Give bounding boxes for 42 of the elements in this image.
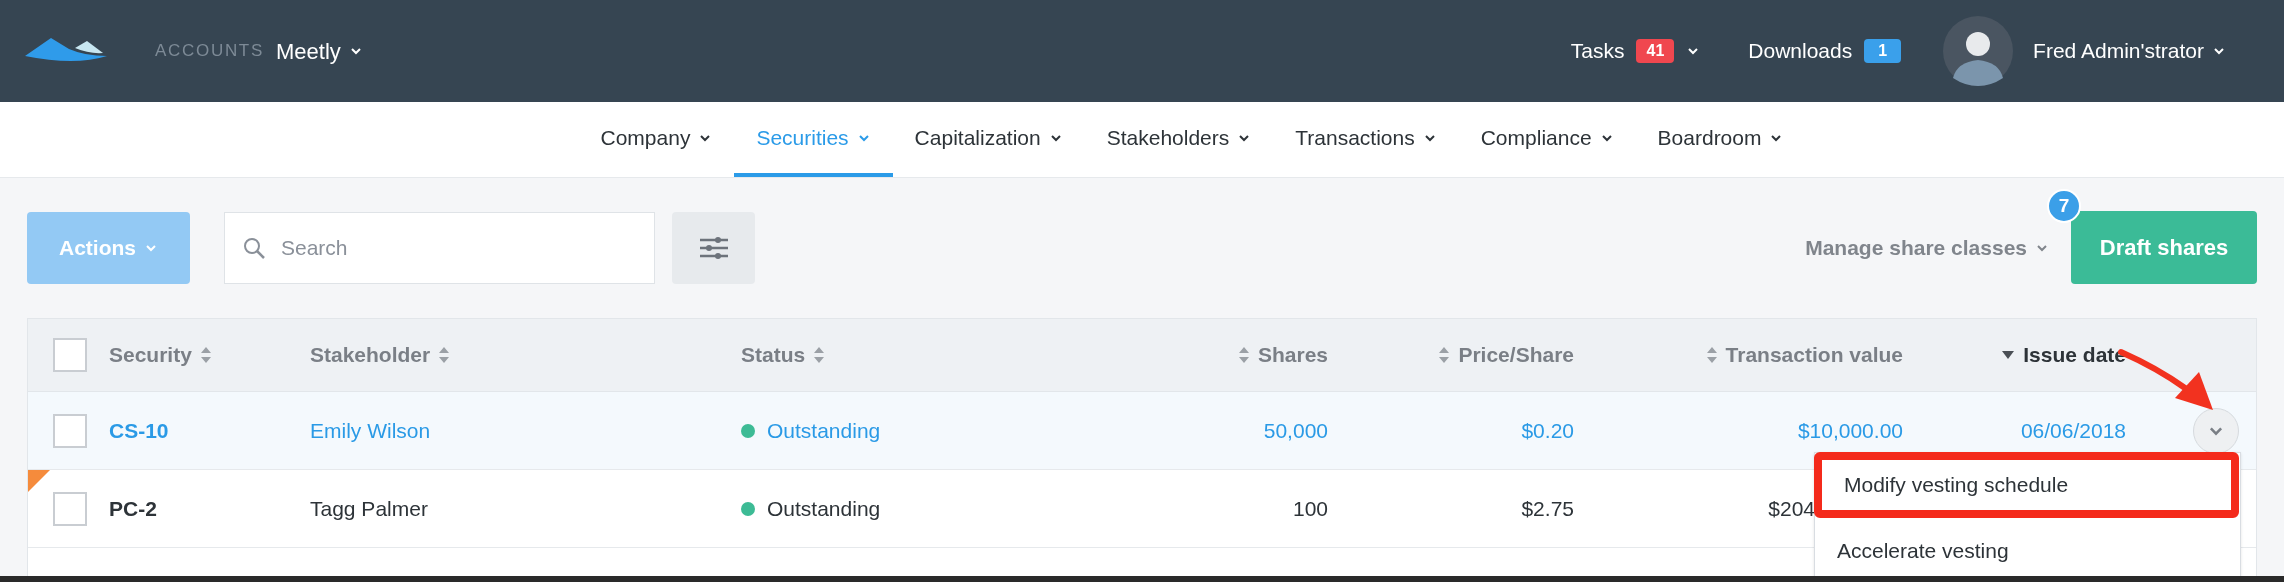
security-link[interactable]: PC-2 xyxy=(109,492,157,525)
accounts-label: ACCOUNTS xyxy=(155,40,264,63)
count-badge: 41 xyxy=(1636,39,1675,63)
column-header[interactable]: Security xyxy=(98,339,310,371)
stakeholder-name: Tagg Palmer xyxy=(310,495,428,522)
price-value: $2.75 xyxy=(1521,495,1574,522)
status-text: Outstanding xyxy=(767,417,881,444)
user-menu[interactable]: Fred Admin'strator xyxy=(2033,35,2226,67)
column-header[interactable]: Shares xyxy=(1028,339,1328,371)
downloads-link[interactable]: Downloads 1 xyxy=(1748,35,1902,67)
issue-date: 06/06/2018 xyxy=(2020,417,2126,444)
status-text: Outstanding xyxy=(767,495,881,522)
filter-button[interactable] xyxy=(672,211,755,284)
price-value: $0.20 xyxy=(1521,417,1574,444)
column-header[interactable]: Price/Share xyxy=(1328,339,1574,371)
account-switcher[interactable]: Meetly xyxy=(276,34,363,68)
search-field[interactable]: Search xyxy=(224,211,655,284)
nav-tab[interactable]: Transactions xyxy=(1273,102,1459,177)
transaction-value: $204 xyxy=(1768,495,1815,522)
row-menu-button[interactable] xyxy=(2193,407,2239,454)
nav-tab[interactable]: Boardroom xyxy=(1635,102,1806,177)
search-icon xyxy=(243,236,265,259)
column-header[interactable]: Transaction value xyxy=(1574,339,1903,371)
menu-item[interactable]: Modify vesting schedule xyxy=(1814,452,2239,518)
menu-item[interactable]: Accelerate vesting xyxy=(1815,518,2240,582)
shares-value: 50,000 xyxy=(1263,417,1328,444)
avatar[interactable] xyxy=(1943,16,2014,86)
transaction-value: $10,000.00 xyxy=(1797,417,1903,444)
nav-tab[interactable]: Capitalization xyxy=(892,102,1085,177)
sliders-icon xyxy=(697,235,730,260)
column-header[interactable]: Status xyxy=(728,339,1028,371)
count-badge: 7 xyxy=(2047,189,2081,223)
row-checkbox[interactable] xyxy=(53,491,87,526)
count-badge: 1 xyxy=(1864,39,1902,63)
select-all-checkbox[interactable] xyxy=(53,338,87,372)
row-checkbox[interactable] xyxy=(53,413,87,448)
shares-value: 100 xyxy=(1292,495,1328,522)
nav-tab[interactable]: Compliance xyxy=(1458,102,1636,177)
nav-tab[interactable]: Stakeholders xyxy=(1084,102,1274,177)
nav-tab[interactable]: Company xyxy=(578,102,735,177)
column-header[interactable]: Stakeholder xyxy=(310,339,728,371)
tasks-menu[interactable]: Tasks 41 xyxy=(1570,35,1701,67)
